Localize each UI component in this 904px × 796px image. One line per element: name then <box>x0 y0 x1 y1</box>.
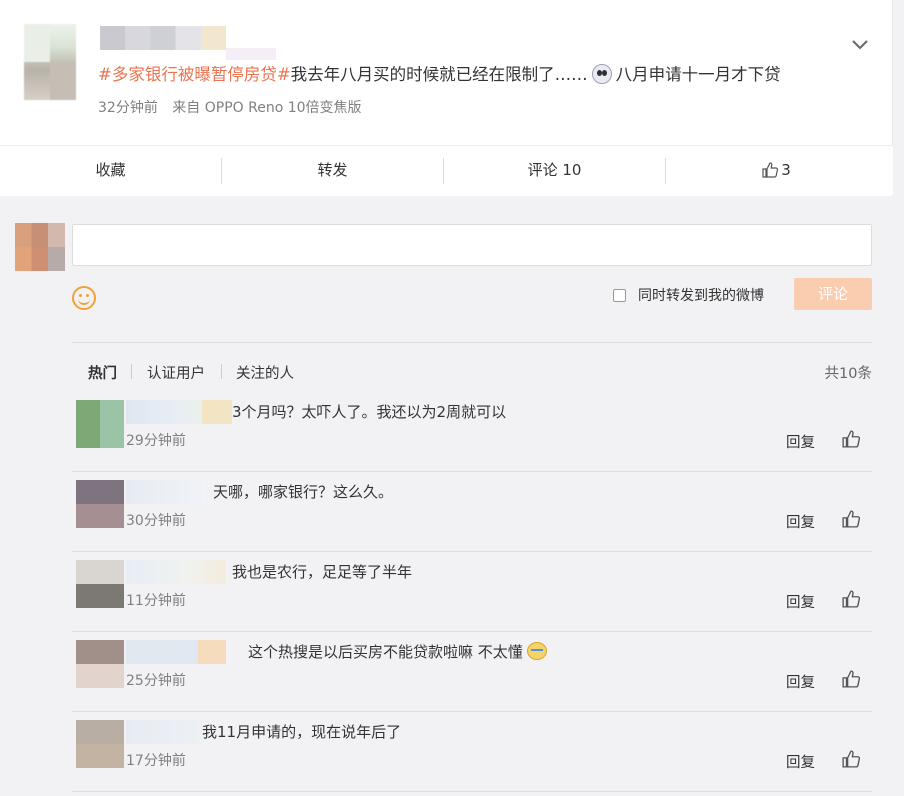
reply-button[interactable]: 回复 <box>786 511 815 532</box>
tab-divider <box>221 364 222 379</box>
commenter-avatar[interactable] <box>76 560 124 608</box>
post-author-name-blur-tail <box>226 48 276 60</box>
commenter-name-blur-tail <box>202 400 232 424</box>
comment-time: 30分钟前 <box>126 513 186 529</box>
favorite-button[interactable]: 收藏 <box>0 146 221 196</box>
post-source: 来自 OPPO Reno 10倍变焦版 <box>172 100 362 116</box>
thumbs-up-icon[interactable] <box>842 670 860 688</box>
repost-button[interactable]: 转发 <box>222 146 443 196</box>
post-text-part1: 我去年八月买的时候就已经在限制了…… <box>290 65 588 84</box>
repost-checkbox[interactable] <box>613 289 626 302</box>
comment-text: 3个月吗？太吓人了。我还以为2周就可以 <box>232 403 507 421</box>
thumbs-up-icon[interactable] <box>842 510 860 528</box>
post-action-bar: 收藏 转发 评论 10 3 <box>0 145 893 195</box>
comment-time: 29分钟前 <box>126 433 186 449</box>
post-topic-link[interactable]: #多家银行被曝暂停房贷# <box>98 65 291 84</box>
like-count: 3 <box>781 161 791 179</box>
comment-time: 25分钟前 <box>126 673 186 689</box>
reply-button[interactable]: 回复 <box>786 431 815 452</box>
comment-time: 17分钟前 <box>126 753 186 769</box>
commenter-avatar[interactable] <box>76 640 124 688</box>
chevron-down-icon[interactable] <box>850 36 870 52</box>
commenter-name-blurred[interactable] <box>126 480 206 504</box>
comment-text: 我也是农行，足足等了半年 <box>232 563 413 581</box>
comment-text: 天哪，哪家银行？这么久。 <box>213 483 394 501</box>
comment-item: 我11月申请的，现在说年后了 17分钟前 回复 <box>72 712 872 792</box>
post-author-avatar[interactable] <box>24 24 76 100</box>
comment-text-body: 这个热搜是以后买房不能贷款啦嘛 不太懂 <box>248 643 523 661</box>
comment-item: 天哪，哪家银行？这么久。 30分钟前 回复 <box>72 472 872 552</box>
current-user-avatar <box>15 223 65 271</box>
commenter-avatar[interactable] <box>76 400 124 448</box>
section-divider <box>72 342 872 343</box>
weibo-post-card: #多家银行被曝暂停房贷#我去年八月买的时候就已经在限制了…… 八月申请十一月才下贷… <box>0 0 893 196</box>
commenter-name-blur-tail <box>198 640 226 664</box>
reply-button[interactable]: 回复 <box>786 671 815 692</box>
commenter-avatar[interactable] <box>76 720 124 768</box>
commenter-avatar[interactable] <box>76 480 124 528</box>
comment-item: 这个热搜是以后买房不能贷款啦嘛 不太懂 25分钟前 回复 <box>72 632 872 712</box>
reply-button[interactable]: 回复 <box>786 591 815 612</box>
comment-time: 11分钟前 <box>126 593 186 609</box>
thumbs-up-icon <box>762 162 779 178</box>
submit-comment-button[interactable]: 评论 <box>794 278 872 310</box>
reply-button[interactable]: 回复 <box>786 751 815 772</box>
thumbs-up-icon[interactable] <box>842 590 860 608</box>
post-body: #多家银行被曝暂停房贷#我去年八月买的时候就已经在限制了…… 八月申请十一月才下贷 <box>98 62 781 88</box>
shocked-face-emoji-icon <box>591 64 612 84</box>
comment-button[interactable]: 评论 10 <box>444 146 665 196</box>
tab-verified-users[interactable]: 认证用户 <box>147 362 205 383</box>
comment-section: 同时转发到我的微博 评论 热门 认证用户 关注的人 共10条 3个月吗？太吓人了… <box>0 196 904 796</box>
comment-input[interactable] <box>72 224 872 266</box>
emoji-picker-icon[interactable] <box>72 286 96 310</box>
comment-filter-tabs: 热门 认证用户 关注的人 共10条 <box>72 362 872 382</box>
like-button[interactable]: 3 <box>666 146 887 196</box>
post-time[interactable]: 32分钟前 <box>98 100 158 116</box>
crying-laughing-emoji-icon <box>526 642 547 660</box>
post-text-part2: 八月申请十一月才下贷 <box>615 65 781 84</box>
tab-divider <box>131 364 132 379</box>
repost-checkbox-label[interactable]: 同时转发到我的微博 <box>638 285 764 305</box>
comment-item: 我也是农行，足足等了半年 11分钟前 回复 <box>72 552 872 632</box>
post-meta: 32分钟前 来自 OPPO Reno 10倍变焦版 <box>98 97 372 117</box>
commenter-name-blurred[interactable] <box>126 560 226 584</box>
thumbs-up-icon[interactable] <box>842 750 860 768</box>
commenter-name-blurred[interactable] <box>126 720 202 744</box>
tab-following[interactable]: 关注的人 <box>236 362 294 383</box>
comment-text: 这个热搜是以后买房不能贷款啦嘛 不太懂 <box>248 641 547 662</box>
comment-text: 我11月申请的，现在说年后了 <box>202 723 402 741</box>
tab-hot[interactable]: 热门 <box>88 362 117 383</box>
thumbs-up-icon[interactable] <box>842 430 860 448</box>
comment-item: 3个月吗？太吓人了。我还以为2周就可以 29分钟前 回复 <box>72 392 872 472</box>
comment-total-count: 共10条 <box>824 366 872 382</box>
post-author-name-blurred[interactable] <box>100 26 226 50</box>
